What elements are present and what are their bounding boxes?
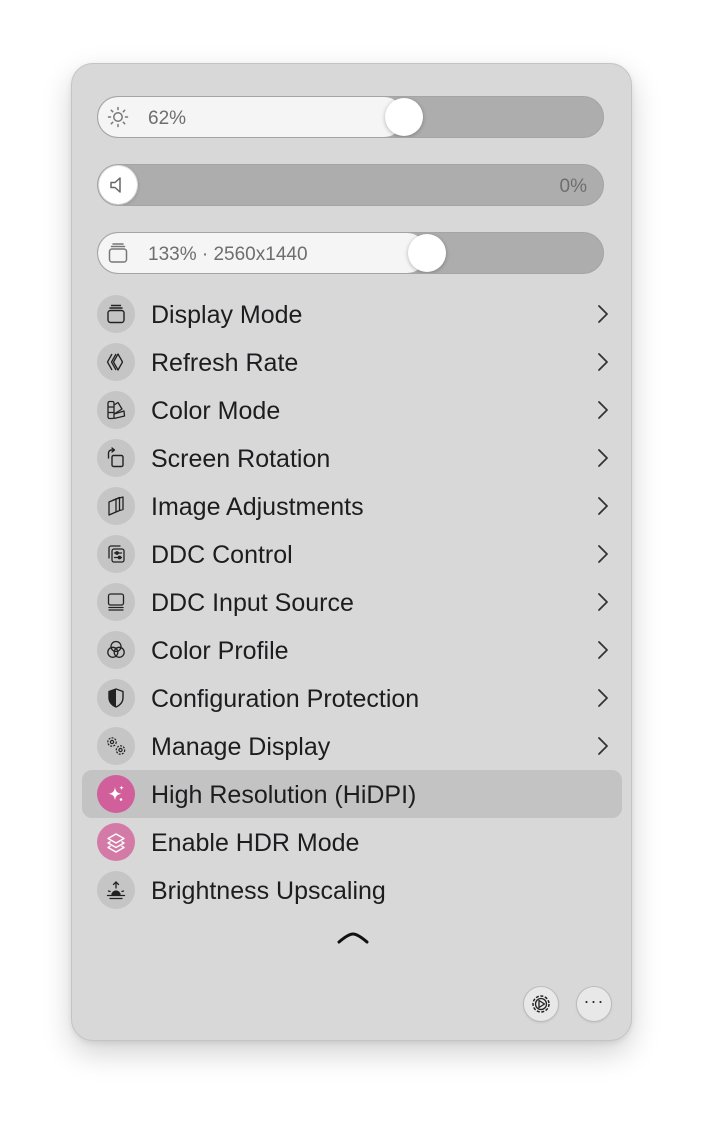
resolution-slider-knob[interactable] bbox=[408, 234, 446, 272]
menu-item-label: Image Adjustments bbox=[151, 493, 364, 521]
chevron-right-icon bbox=[598, 401, 608, 419]
refresh-rate-icon bbox=[97, 343, 135, 381]
display-stack-icon bbox=[107, 242, 129, 264]
shield-icon bbox=[97, 679, 135, 717]
brightness-slider-knob[interactable] bbox=[385, 98, 423, 136]
chevron-right-icon bbox=[598, 305, 608, 323]
menu-item-manage-display[interactable]: Manage Display bbox=[82, 722, 622, 770]
rotate-icon bbox=[97, 439, 135, 477]
menu-item-brightness-upscaling[interactable]: Brightness Upscaling bbox=[82, 866, 622, 914]
chevron-right-icon bbox=[598, 497, 608, 515]
menu-item-screen-rotation[interactable]: Screen Rotation bbox=[82, 434, 622, 482]
display-stack-icon bbox=[97, 295, 135, 333]
menu-item-refresh-rate[interactable]: Refresh Rate bbox=[82, 338, 622, 386]
display-control-panel: 62% 0% 133% · 2560x1440 Display Mode Ref… bbox=[71, 63, 632, 1041]
brightness-slider[interactable]: 62% bbox=[97, 96, 604, 138]
menu-item-label: Color Mode bbox=[151, 397, 281, 425]
menu-item-configuration-protection[interactable]: Configuration Protection bbox=[82, 674, 622, 722]
brightness-value: 62% bbox=[148, 108, 187, 129]
chevron-right-icon bbox=[598, 545, 608, 563]
resolution-slider[interactable]: 133% · 2560x1440 bbox=[97, 232, 604, 274]
chevron-right-icon bbox=[598, 689, 608, 707]
ddc-control-icon bbox=[97, 535, 135, 573]
chevron-up-icon bbox=[337, 932, 369, 944]
menu-item-display-mode[interactable]: Display Mode bbox=[82, 290, 622, 338]
menu-item-label: High Resolution (HiDPI) bbox=[151, 781, 417, 809]
gear-icon bbox=[532, 995, 550, 1013]
resolution-value: 133% · 2560x1440 bbox=[148, 244, 308, 265]
display-menu: Display Mode Refresh Rate Color Mode Scr… bbox=[82, 290, 622, 914]
menu-item-label: DDC Input Source bbox=[151, 589, 354, 617]
chevron-right-icon bbox=[598, 593, 608, 611]
menu-item-hdr-mode[interactable]: Enable HDR Mode bbox=[82, 818, 622, 866]
menu-item-hidpi[interactable]: High Resolution (HiDPI) bbox=[82, 770, 622, 818]
menu-item-label: Color Profile bbox=[151, 637, 289, 665]
menu-item-ddc-control[interactable]: DDC Control bbox=[82, 530, 622, 578]
swatches-icon bbox=[97, 391, 135, 429]
input-source-icon bbox=[97, 583, 135, 621]
ellipsis-icon: ··· bbox=[583, 991, 605, 1011]
menu-item-label: Refresh Rate bbox=[151, 349, 299, 377]
menu-item-label: Manage Display bbox=[151, 733, 331, 761]
sun-icon bbox=[107, 106, 129, 128]
sunrise-icon bbox=[97, 871, 135, 909]
image-adjust-icon bbox=[97, 487, 135, 525]
chevron-right-icon bbox=[598, 641, 608, 659]
speaker-icon bbox=[107, 174, 129, 196]
menu-item-image-adjustments[interactable]: Image Adjustments bbox=[82, 482, 622, 530]
chevron-right-icon bbox=[598, 449, 608, 467]
menu-item-color-profile[interactable]: Color Profile bbox=[82, 626, 622, 674]
color-circles-icon bbox=[97, 631, 135, 669]
chevron-right-icon bbox=[598, 353, 608, 371]
more-button[interactable]: ··· bbox=[576, 986, 612, 1022]
menu-item-label: DDC Control bbox=[151, 541, 293, 569]
brightness-slider-fill bbox=[98, 97, 404, 137]
volume-slider[interactable]: 0% bbox=[97, 164, 604, 206]
menu-item-label: Display Mode bbox=[151, 301, 303, 329]
gears-icon bbox=[97, 727, 135, 765]
chevron-right-icon bbox=[598, 737, 608, 755]
menu-item-color-mode[interactable]: Color Mode bbox=[82, 386, 622, 434]
layers-icon bbox=[97, 823, 135, 861]
sparkle-icon bbox=[97, 775, 135, 813]
menu-item-label: Enable HDR Mode bbox=[151, 829, 360, 857]
menu-item-label: Configuration Protection bbox=[151, 685, 420, 713]
settings-button[interactable] bbox=[523, 986, 559, 1022]
menu-item-label: Brightness Upscaling bbox=[151, 877, 386, 905]
menu-item-ddc-input-source[interactable]: DDC Input Source bbox=[82, 578, 622, 626]
volume-value: 0% bbox=[559, 176, 587, 197]
menu-item-label: Screen Rotation bbox=[151, 445, 331, 473]
collapse-button[interactable] bbox=[334, 930, 372, 950]
